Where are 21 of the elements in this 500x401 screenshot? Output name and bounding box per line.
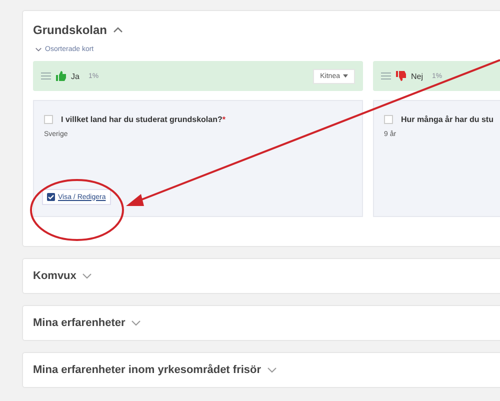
section-title[interactable]: Mina erfarenheter — [33, 317, 126, 329]
answer-label: Nej — [411, 72, 424, 80]
checkbox[interactable] — [384, 115, 393, 124]
thumbs-down-icon — [396, 71, 406, 81]
chevron-icon — [35, 47, 42, 52]
chevron-icon[interactable] — [267, 367, 278, 373]
question-text: I villket land har du studerat grundskolan?* — [61, 115, 226, 124]
section-title[interactable]: Komvux — [33, 270, 76, 282]
checkbox[interactable] — [44, 115, 53, 124]
section-title[interactable]: Mina erfarenheter inom yrkesområdet frisör — [33, 364, 262, 376]
chevron-icon[interactable] — [82, 273, 92, 279]
chevron-icon[interactable] — [131, 320, 142, 326]
drag-handle-icon[interactable] — [41, 72, 51, 80]
question-text: Hur många år har du stu — [401, 115, 494, 124]
checkbox-checked-icon — [47, 193, 55, 201]
chevron-icon[interactable] — [113, 27, 124, 33]
drag-handle-icon[interactable] — [381, 72, 391, 80]
caret-icon — [343, 74, 348, 78]
thumbs-up-icon — [56, 71, 66, 81]
answer-label: Ja — [71, 72, 80, 80]
section-title[interactable]: Grundskolan — [33, 23, 108, 37]
